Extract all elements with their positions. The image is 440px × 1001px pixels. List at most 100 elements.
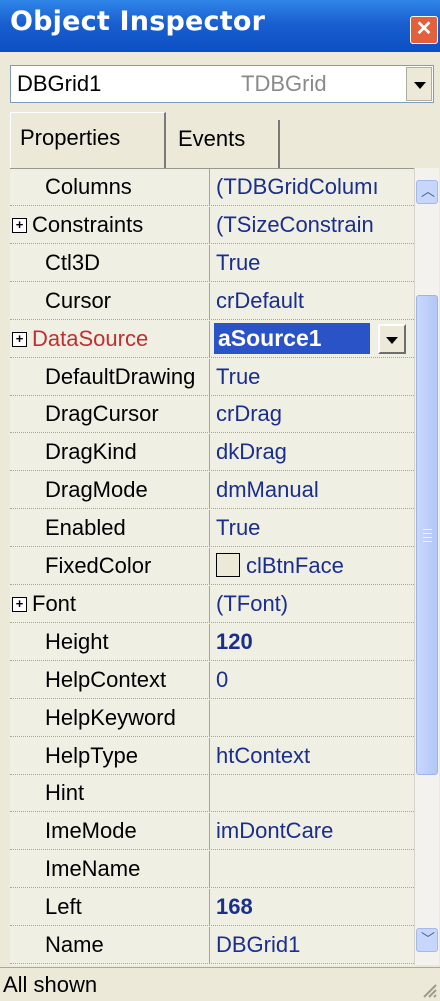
property-name-text: HelpKeyword [45, 705, 176, 730]
property-row[interactable]: Enabled True [10, 510, 414, 547]
property-value[interactable]: 168 [214, 889, 414, 926]
property-value-text: htContext [216, 743, 311, 768]
property-name-text: Cursor [45, 288, 112, 313]
title-bar[interactable]: Object Inspector ✕ [0, 0, 440, 52]
property-row[interactable]: Height 120 [10, 624, 414, 661]
property-value-text: dmManual [216, 477, 319, 502]
property-name: Cursor [10, 283, 210, 320]
property-row[interactable]: HelpType htContext [10, 738, 414, 775]
property-value-text: DBGrid1 [216, 932, 301, 957]
property-value[interactable]: True [214, 245, 414, 282]
property-value[interactable]: crDrag [214, 396, 414, 433]
property-value-text: clBtnFace [246, 553, 344, 578]
property-name: DataSource [10, 321, 210, 358]
scroll-down-button[interactable]: ﹀ [416, 928, 438, 952]
property-value-text: imDontCare [216, 818, 334, 843]
property-row[interactable]: Name DBGrid1 [10, 927, 414, 964]
property-value-text: 0 [216, 667, 229, 692]
property-value-text: crDefault [216, 288, 305, 313]
tab-events[interactable]: Events [170, 120, 280, 170]
property-value[interactable]: crDefault [214, 283, 414, 320]
property-name-text: DragCursor [45, 401, 159, 426]
property-value-text: True [216, 364, 261, 389]
property-name-text: HelpType [45, 743, 138, 768]
chevron-down-icon: ﹀ [421, 931, 435, 947]
property-value[interactable]: dkDrag [214, 434, 414, 471]
property-name-text: Enabled [45, 515, 126, 540]
resize-grip-icon[interactable] [418, 979, 438, 999]
property-value[interactable]: True [214, 510, 414, 547]
property-row[interactable]: DefaultDrawing True [10, 359, 414, 396]
property-name: DragMode [10, 472, 210, 509]
property-value-text: True [216, 515, 261, 540]
property-row[interactable]: + DataSource aSource1 [10, 321, 414, 358]
property-value[interactable]: (TDBGridColumı [214, 169, 414, 206]
property-row[interactable]: DragCursor crDrag [10, 396, 414, 433]
property-value-editor[interactable]: aSource1 [214, 323, 370, 354]
property-value-text: crDrag [216, 401, 283, 426]
scroll-up-button[interactable]: ︿ [416, 180, 438, 204]
property-value-text: 120 [216, 629, 253, 654]
property-value[interactable]: htContext [214, 738, 414, 775]
property-row[interactable]: Left 168 [10, 889, 414, 926]
property-row[interactable]: Columns (TDBGridColumı [10, 169, 414, 206]
property-row[interactable]: ImeMode imDontCare [10, 813, 414, 850]
property-name-text: DragMode [45, 477, 148, 502]
property-row[interactable]: FixedColor clBtnFace [10, 548, 414, 585]
property-name: Font [10, 586, 210, 623]
object-inspector-window: Object Inspector ✕ DBGrid1 TDBGrid Prope… [0, 0, 440, 1001]
property-name: HelpType [10, 738, 210, 775]
property-value[interactable]: True [214, 359, 414, 396]
property-value[interactable]: 0 [214, 662, 414, 699]
property-value[interactable]: 120 [214, 624, 414, 661]
property-value[interactable]: imDontCare [214, 813, 414, 850]
property-name-text: Height [45, 629, 109, 654]
property-row[interactable]: HelpKeyword [10, 700, 414, 737]
property-name: Height [10, 624, 210, 661]
property-name-text: HelpContext [45, 667, 167, 692]
property-row[interactable]: DragMode dmManual [10, 472, 414, 509]
property-name: ImeName [10, 851, 210, 888]
property-name-text: Font [32, 591, 77, 616]
property-row[interactable]: + Constraints (TSizeConstrain [10, 207, 414, 244]
property-value[interactable]: dmManual [214, 472, 414, 509]
property-name-text: DataSource [32, 326, 149, 351]
property-value[interactable]: DBGrid1 [214, 927, 414, 964]
property-value[interactable]: (TSizeConstrain [214, 207, 414, 244]
tab-strip: Properties Events [10, 112, 438, 172]
property-row[interactable]: HelpContext 0 [10, 662, 414, 699]
property-name: DragCursor [10, 396, 210, 433]
property-row[interactable]: + Font (TFont) [10, 586, 414, 623]
tab-properties[interactable]: Properties [10, 112, 166, 172]
property-value[interactable] [214, 700, 414, 737]
property-name: Constraints [10, 207, 210, 244]
property-value[interactable]: clBtnFace [214, 548, 414, 585]
property-name: ImeMode [10, 813, 210, 850]
property-name-text: ImeMode [45, 818, 137, 843]
component-selector[interactable]: DBGrid1 TDBGrid [10, 65, 434, 103]
property-row[interactable]: ImeName [10, 851, 414, 888]
chevron-down-icon[interactable] [406, 67, 432, 101]
property-name-text: DefaultDrawing [45, 364, 196, 389]
property-name: DragKind [10, 434, 210, 471]
property-value[interactable]: (TFont) [214, 586, 414, 623]
property-row[interactable]: Hint [10, 775, 414, 812]
property-row[interactable]: Ctl3D True [10, 245, 414, 282]
property-name: DefaultDrawing [10, 359, 210, 396]
property-value-text: 168 [216, 894, 253, 919]
chevron-down-icon[interactable] [378, 324, 406, 354]
vertical-scrollbar[interactable]: ︿ ﹀ [414, 168, 439, 965]
property-name: Columns [10, 169, 210, 206]
property-value-text: (TFont) [216, 591, 289, 616]
property-value[interactable] [214, 851, 414, 888]
property-row[interactable]: DragKind dkDrag [10, 434, 414, 471]
property-value-text: dkDrag [216, 439, 287, 464]
property-name-text: Name [45, 932, 104, 957]
property-value[interactable] [214, 775, 414, 812]
property-row[interactable]: Cursor crDefault [10, 283, 414, 320]
window-title: Object Inspector [10, 6, 266, 37]
property-value-text: (TSizeConstrain [216, 212, 374, 237]
scroll-thumb[interactable] [416, 295, 438, 775]
close-icon[interactable]: ✕ [410, 16, 438, 44]
property-name: HelpKeyword [10, 700, 210, 737]
